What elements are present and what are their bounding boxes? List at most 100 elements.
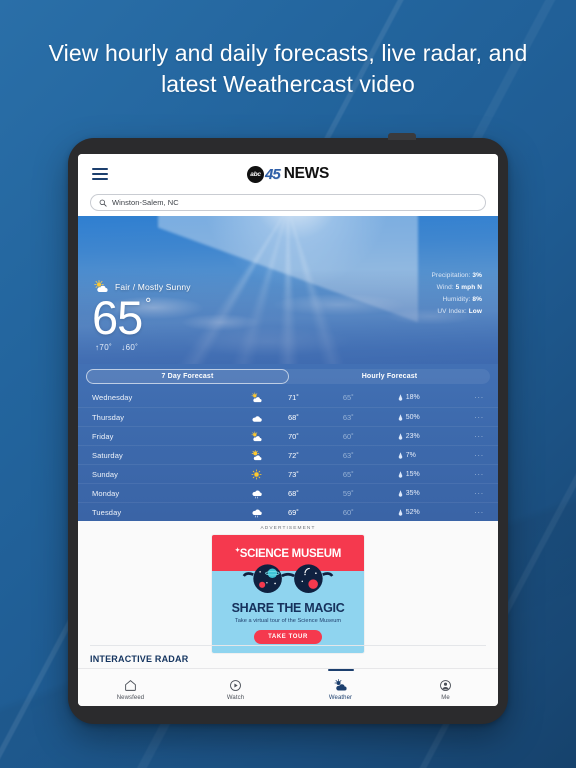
- nav-item-watch[interactable]: Watch: [183, 674, 288, 701]
- content-below-forecast: ADVERTISEMENT ✦SCIENCE MUSEUM SHARE THE …: [78, 521, 498, 668]
- stat-label: Precipitation:: [431, 272, 471, 279]
- sun-icon: [225, 468, 288, 480]
- stat-label: Humidity:: [442, 296, 471, 303]
- forecast-row-monday[interactable]: Monday 68˚ 59˚ 35% ···: [78, 483, 498, 502]
- raindrop-icon: [398, 432, 402, 440]
- forecast-row-friday[interactable]: Friday 70˚ 60˚ 23% ···: [78, 426, 498, 445]
- sun-behind-cloud-icon: [225, 392, 288, 403]
- bottom-navigation: Newsfeed Watch Weather Me: [78, 668, 498, 706]
- raindrop-icon: [398, 451, 402, 459]
- forecast-day: Monday: [92, 488, 120, 498]
- forecast-day: Saturday: [92, 450, 123, 460]
- home-icon: [78, 678, 183, 693]
- forecast-precipitation: 52%: [398, 509, 465, 516]
- ad-subhead: Take a virtual tour of the Science Museu…: [234, 618, 342, 624]
- channel-number: 45: [265, 165, 281, 183]
- forecast-low: 63˚: [342, 412, 354, 422]
- advertisement-label: ADVERTISEMENT: [260, 526, 316, 531]
- stat-wind: Wind: 5 mph N: [432, 284, 483, 291]
- forecast-row-tuesday[interactable]: Tuesday 69˚ 60˚ 52% ···: [78, 502, 498, 521]
- nav-label: Newsfeed: [116, 695, 145, 701]
- search-value: Winston-Salem, NC: [112, 198, 179, 207]
- tablet-device-frame: abc 45 NEWS Winston-Salem, NC Fair / Mos…: [68, 133, 508, 724]
- pop-value: 52%: [405, 508, 420, 516]
- forecast-row-wednesday[interactable]: Wednesday 71˚ 65˚ 18% ···: [78, 388, 498, 407]
- interactive-radar-title: INTERACTIVE RADAR: [90, 654, 189, 664]
- forecast-low: 59˚: [342, 488, 354, 498]
- forecast-more-icon[interactable]: ···: [464, 470, 484, 479]
- high-low-temps: ↑70˚ ↓60˚: [95, 343, 138, 352]
- forecast-more-icon[interactable]: ···: [464, 413, 484, 422]
- stat-label: UV Index:: [437, 308, 467, 315]
- stat-humidity: Humidity: 8%: [432, 296, 483, 303]
- forecast-day: Sunday: [92, 469, 119, 479]
- tablet-power-button: [388, 133, 416, 140]
- raindrop-icon: [398, 394, 402, 401]
- pop-value: 15%: [405, 470, 420, 478]
- stat-value: 3%: [472, 272, 482, 279]
- current-stats-panel: Precipitation: 3% Wind: 5 mph N Humidity…: [432, 272, 483, 315]
- pop-value: 23%: [405, 432, 420, 440]
- forecast-more-icon[interactable]: ···: [464, 451, 484, 460]
- cloud-icon: [225, 412, 288, 423]
- forecast-more-icon[interactable]: ···: [464, 489, 484, 498]
- forecast-high: 73˚: [287, 469, 299, 479]
- forecast-low: 65˚: [342, 393, 354, 402]
- nav-label: Watch: [226, 695, 245, 701]
- raindrop-icon: [398, 413, 402, 421]
- forecast-high: 69˚: [287, 507, 299, 517]
- search-icon: [99, 199, 107, 207]
- forecast-list: Wednesday 71˚ 65˚ 18% ··· Thursday 68˚ 6…: [78, 388, 498, 521]
- forecast-low: 60˚: [342, 507, 354, 517]
- rain-cloud-icon: [225, 488, 288, 499]
- forecast-precipitation: 7%: [398, 452, 465, 459]
- forecast-day: Thursday: [92, 412, 125, 422]
- forecast-low: 60˚: [342, 431, 354, 441]
- forecast-high: 71˚: [287, 393, 299, 402]
- forecast-precipitation: 23%: [398, 433, 465, 440]
- advertisement-banner[interactable]: ✦SCIENCE MUSEUM SHARE THE MAGIC Take a v…: [212, 535, 364, 653]
- page-title: View hourly and daily forecasts, live ra…: [48, 40, 528, 97]
- stat-value: 5 mph N: [455, 284, 482, 291]
- nav-item-weather[interactable]: Weather: [288, 669, 393, 701]
- forecast-low: 63˚: [342, 450, 354, 460]
- rain-cloud-icon: [225, 507, 288, 518]
- forecast-tabs: 7 Day Forecast Hourly Forecast: [86, 369, 490, 384]
- ad-cta-button[interactable]: TAKE TOUR: [254, 630, 322, 644]
- nav-item-newsfeed[interactable]: Newsfeed: [78, 674, 183, 701]
- low-temp: ↓60˚: [121, 343, 139, 352]
- raindrop-icon: [398, 508, 402, 516]
- condition-text: Fair / Mostly Sunny: [115, 281, 191, 292]
- high-temp: ↑70˚: [95, 343, 113, 352]
- news-wordmark: NEWS: [283, 165, 330, 182]
- forecast-row-saturday[interactable]: Saturday 72˚ 63˚ 7% ···: [78, 445, 498, 464]
- pop-value: 35%: [405, 489, 420, 497]
- hamburger-menu-icon[interactable]: [92, 168, 108, 180]
- tab-hourly-forecast[interactable]: Hourly Forecast: [289, 369, 490, 384]
- stat-uv-index: UV Index: Low: [432, 308, 483, 315]
- nav-label: Weather: [328, 695, 353, 701]
- forecast-row-sunday[interactable]: Sunday 73˚ 65˚ 15% ···: [78, 464, 498, 483]
- forecast-precipitation: 50%: [398, 414, 465, 421]
- tablet-screen: abc 45 NEWS Winston-Salem, NC Fair / Mos…: [78, 154, 498, 706]
- play-circle-icon: [183, 678, 288, 693]
- forecast-day: Tuesday: [92, 507, 122, 517]
- search-input[interactable]: Winston-Salem, NC: [90, 194, 486, 211]
- forecast-more-icon[interactable]: ···: [464, 432, 484, 441]
- forecast-more-icon[interactable]: ···: [464, 393, 484, 402]
- stat-precipitation: Precipitation: 3%: [432, 272, 483, 279]
- forecast-precipitation: 15%: [398, 471, 465, 478]
- sun-cloud-icon: [288, 678, 393, 693]
- temperature-value: 65: [92, 291, 143, 344]
- tab-7-day-forecast[interactable]: 7 Day Forecast: [86, 369, 289, 384]
- nav-label: Me: [441, 695, 450, 701]
- forecast-high: 72˚: [287, 450, 299, 460]
- forecast-low: 65˚: [342, 469, 354, 479]
- forecast-more-icon[interactable]: ···: [464, 508, 484, 517]
- nav-item-me[interactable]: Me: [393, 674, 498, 701]
- search-container: Winston-Salem, NC: [78, 194, 498, 216]
- stat-value: 8%: [472, 296, 482, 303]
- pop-value: 18%: [405, 394, 420, 401]
- forecast-row-thursday[interactable]: Thursday 68˚ 63˚ 50% ···: [78, 407, 498, 426]
- space-glasses-icon: [242, 564, 334, 593]
